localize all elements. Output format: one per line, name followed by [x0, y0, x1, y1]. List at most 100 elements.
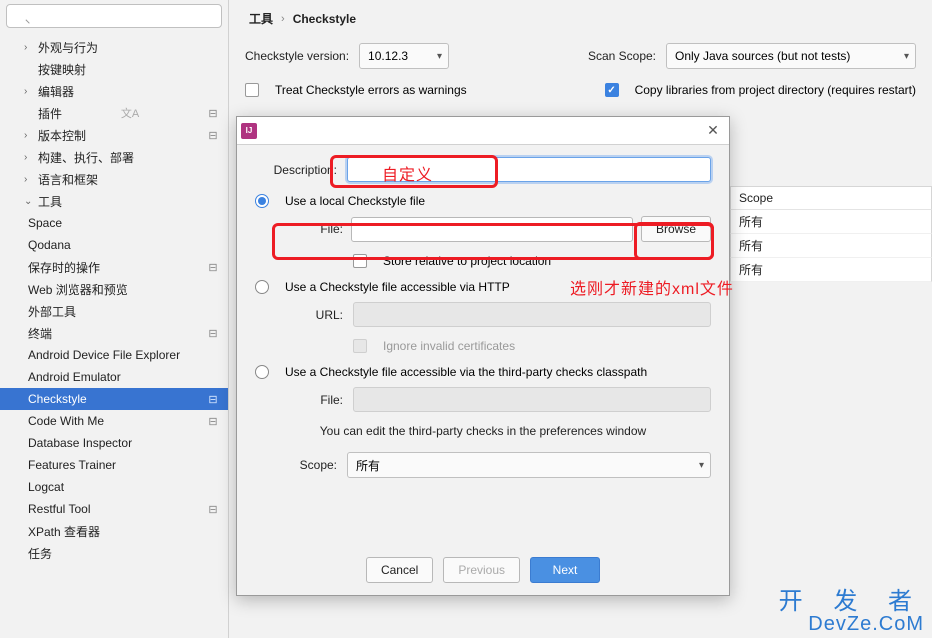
scope-select[interactable]: 所有 — [347, 452, 711, 478]
radio-local[interactable] — [255, 194, 269, 208]
radio-classpath-label: Use a Checkstyle file accessible via the… — [285, 365, 647, 379]
sidebar-item[interactable]: ›语言和框架 — [0, 168, 228, 190]
next-button[interactable]: Next — [530, 557, 600, 583]
ignore-cert-checkbox[interactable] — [353, 339, 367, 353]
sidebar-item--[interactable]: 终端⊟ — [0, 322, 228, 344]
sidebar-item-label: Qodana — [28, 238, 71, 252]
sidebar-item[interactable]: 按键映射 — [0, 58, 228, 80]
sidebar-item-label: Web 浏览器和预览 — [28, 281, 128, 298]
settings-sidebar: ›外观与行为按键映射›编辑器插件文A⊟›版本控制⊟›构建、执行、部署›语言和框架… — [0, 0, 229, 638]
sidebar-item-android-device-file-explorer[interactable]: Android Device File Explorer — [0, 344, 228, 366]
sidebar-item-label: Space — [28, 216, 62, 230]
url-label: URL: — [283, 308, 343, 322]
sidebar-item--[interactable]: 任务 — [0, 542, 228, 564]
sidebar-item-label: Database Inspector — [28, 436, 132, 450]
lang-icon: 文A — [121, 105, 139, 121]
scan-scope-label: Scan Scope: — [588, 49, 656, 63]
table-row[interactable]: 所有 — [730, 210, 932, 234]
chevron-icon: › — [24, 130, 36, 141]
sidebar-item-checkstyle[interactable]: Checkstyle⊟ — [0, 388, 228, 410]
sidebar-item-logcat[interactable]: Logcat — [0, 476, 228, 498]
sidebar-item[interactable]: ›版本控制⊟ — [0, 124, 228, 146]
chevron-icon: ⌄ — [24, 196, 36, 207]
sidebar-item[interactable]: ›构建、执行、部署 — [0, 146, 228, 168]
sidebar-item-android-emulator[interactable]: Android Emulator — [0, 366, 228, 388]
search-input[interactable] — [6, 4, 222, 28]
sidebar-item--[interactable]: 保存时的操作⊟ — [0, 256, 228, 278]
close-icon[interactable]: ✕ — [703, 121, 723, 141]
sidebar-item-label: Android Emulator — [28, 370, 121, 384]
sidebar-item-label: 编辑器 — [38, 83, 74, 100]
store-relative-label: Store relative to project location — [383, 254, 551, 268]
sidebar-item-label: Features Trainer — [28, 458, 116, 472]
chevron-right-icon: › — [281, 13, 285, 25]
warnings-label: Treat Checkstyle errors as warnings — [275, 83, 467, 97]
version-select[interactable]: 10.12.3 — [359, 43, 449, 69]
sidebar-item-space[interactable]: Space — [0, 212, 228, 234]
thirdparty-hint: You can edit the third-party checks in t… — [255, 424, 711, 438]
sidebar-item-label: 外部工具 — [28, 303, 76, 320]
sidebar-item[interactable]: ›编辑器 — [0, 80, 228, 102]
copylibs-checkbox[interactable] — [605, 83, 619, 97]
sidebar-item-code-with-me[interactable]: Code With Me ⊟ — [0, 410, 228, 432]
chevron-icon: › — [24, 86, 36, 97]
sidebar-item-label: 构建、执行、部署 — [38, 149, 134, 166]
sidebar-item[interactable]: ⌄工具 — [0, 190, 228, 212]
copylibs-label: Copy libraries from project directory (r… — [635, 83, 916, 97]
radio-classpath[interactable] — [255, 365, 269, 379]
description-input[interactable] — [347, 157, 711, 182]
sidebar-item-label: 按键映射 — [38, 61, 86, 78]
sidebar-item-web-[interactable]: Web 浏览器和预览 — [0, 278, 228, 300]
sidebar-item-label: 任务 — [28, 545, 52, 562]
app-icon: IJ — [241, 123, 257, 139]
dialog-titlebar: IJ ✕ — [237, 117, 729, 145]
sidebar-item-database-inspector[interactable]: Database Inspector — [0, 432, 228, 454]
sidebar-item-label: Code With Me — [28, 414, 104, 428]
modified-icon: ⊟ — [206, 326, 220, 340]
file-label: File: — [283, 222, 343, 236]
sidebar-item-label: Checkstyle — [28, 392, 87, 406]
sidebar-item-qodana[interactable]: Qodana — [0, 234, 228, 256]
sidebar-item-label: 外观与行为 — [38, 39, 98, 56]
sidebar-item-label: XPath 查看器 — [28, 523, 100, 540]
sidebar-item-label: 工具 — [38, 193, 62, 210]
previous-button[interactable]: Previous — [443, 557, 520, 583]
version-label: Checkstyle version: — [245, 49, 349, 63]
modified-icon: ⊟ — [206, 414, 220, 428]
table-row[interactable]: 所有 — [730, 234, 932, 258]
file-input[interactable] — [351, 217, 633, 242]
scope-label: Scope: — [255, 458, 337, 472]
modified-icon: ⊟ — [206, 260, 220, 274]
breadcrumb: 工具 › Checkstyle — [245, 0, 916, 43]
sidebar-item-xpath-[interactable]: XPath 查看器 — [0, 520, 228, 542]
sidebar-item-restful-tool[interactable]: Restful Tool ⊟ — [0, 498, 228, 520]
sidebar-item-features-trainer[interactable]: Features Trainer — [0, 454, 228, 476]
sidebar-item-label: 版本控制 — [38, 127, 86, 144]
search-icon — [6, 4, 222, 28]
cancel-button[interactable]: Cancel — [366, 557, 433, 583]
sidebar-item[interactable]: ›外观与行为 — [0, 36, 228, 58]
file2-label: File: — [283, 393, 343, 407]
table-row[interactable]: 所有 — [730, 258, 932, 282]
chevron-icon: › — [24, 152, 36, 163]
ignore-cert-label: Ignore invalid certificates — [383, 339, 515, 353]
sidebar-item-label: Logcat — [28, 480, 64, 494]
scan-scope-select[interactable]: Only Java sources (but not tests) — [666, 43, 916, 69]
sidebar-item-label: 语言和框架 — [38, 171, 98, 188]
sidebar-item[interactable]: 插件 文A ⊟ — [0, 102, 228, 124]
browse-button[interactable]: Browse — [641, 216, 711, 242]
modified-icon: ⊟ — [206, 502, 220, 516]
radio-http-label: Use a Checkstyle file accessible via HTT… — [285, 280, 510, 294]
breadcrumb-root: 工具 — [249, 10, 273, 27]
file2-input[interactable] — [353, 387, 711, 412]
radio-http[interactable] — [255, 280, 269, 294]
store-relative-checkbox[interactable] — [353, 254, 367, 268]
modified-icon: ⊟ — [206, 106, 220, 120]
sidebar-item-label: 插件 — [38, 105, 62, 122]
radio-local-label: Use a local Checkstyle file — [285, 194, 425, 208]
sidebar-item--[interactable]: 外部工具 — [0, 300, 228, 322]
warnings-checkbox[interactable] — [245, 83, 259, 97]
scope-header: Scope — [730, 186, 932, 210]
url-input[interactable] — [353, 302, 711, 327]
sidebar-item-label: Restful Tool — [28, 502, 90, 516]
